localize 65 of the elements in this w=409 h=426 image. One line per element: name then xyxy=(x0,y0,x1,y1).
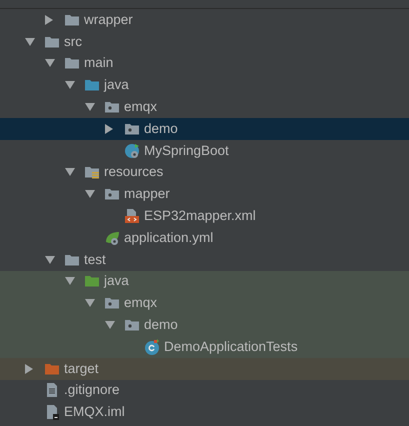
tree-row[interactable]: resources xyxy=(0,162,409,184)
expand-arrow-icon[interactable] xyxy=(45,14,53,25)
package-folder-icon xyxy=(124,317,140,334)
tree-row[interactable]: java xyxy=(0,74,409,96)
tree-item-label: application.yml xyxy=(124,230,214,246)
tree-item-label: test xyxy=(84,252,106,268)
tree-row[interactable]: ESP32mapper.xml xyxy=(0,205,409,227)
module-file-icon xyxy=(44,404,60,420)
class-file-icon xyxy=(144,338,160,355)
tree-row[interactable]: MySpringBoot xyxy=(0,140,409,162)
tree-item-label: main xyxy=(84,55,114,72)
xml-file-icon xyxy=(124,208,140,224)
collapse-arrow-icon[interactable] xyxy=(85,103,95,112)
tree-item-label: MySpringBoot xyxy=(144,142,229,159)
tree-row[interactable]: EMQX.iml xyxy=(0,401,409,424)
collapse-arrow-icon[interactable] xyxy=(45,59,55,68)
tree-item-label: emqx xyxy=(124,99,158,116)
tree-row[interactable]: mapper xyxy=(0,183,409,206)
package-folder-icon xyxy=(104,295,120,312)
folder-icon xyxy=(64,55,80,72)
expand-arrow-icon[interactable] xyxy=(105,124,113,134)
folder-icon xyxy=(84,273,100,290)
resources-folder-icon xyxy=(84,164,100,180)
tree-row[interactable]: application.yml xyxy=(0,226,409,249)
tree-row[interactable]: src xyxy=(0,30,409,53)
tree-item-label: demo xyxy=(144,120,178,137)
highlighted-tree-row[interactable]: demo xyxy=(0,314,409,336)
selected-tree-row[interactable]: demo xyxy=(0,118,409,140)
collapse-arrow-icon[interactable] xyxy=(25,38,35,46)
tree-row[interactable]: emqx xyxy=(0,96,409,118)
collapse-arrow-icon[interactable] xyxy=(85,299,95,308)
tree-item-label: resources xyxy=(104,164,164,180)
package-folder-icon xyxy=(104,99,120,116)
tree-row[interactable]: test xyxy=(0,248,409,271)
tree-item-label: demo xyxy=(144,317,178,334)
tree-item-label: java xyxy=(104,77,129,94)
text-file-icon xyxy=(44,382,60,398)
tree-item-label: java xyxy=(104,273,129,290)
tree-item-label: emqx xyxy=(124,295,158,312)
collapse-arrow-icon[interactable] xyxy=(65,168,75,176)
highlighted-tree-row[interactable]: java xyxy=(0,270,409,292)
folder-icon xyxy=(84,77,100,94)
tree-row[interactable]: main xyxy=(0,52,409,74)
collapse-arrow-icon[interactable] xyxy=(85,190,95,198)
class-file-icon xyxy=(124,142,140,159)
expand-arrow-icon[interactable] xyxy=(25,364,33,374)
collapse-arrow-icon[interactable] xyxy=(65,277,75,286)
tree-item-label: src xyxy=(64,34,82,50)
tree-item-label: ESP32mapper.xml xyxy=(144,208,256,224)
package-folder-icon xyxy=(104,186,120,202)
tree-item-label: mapper xyxy=(124,186,170,202)
highlighted-tree-row[interactable]: target xyxy=(0,358,409,380)
highlighted-tree-row[interactable]: DemoApplicationTests xyxy=(0,336,409,358)
tree-item-label: wrapper xyxy=(84,12,133,28)
collapse-arrow-icon[interactable] xyxy=(65,81,75,90)
tree-item-label: target xyxy=(64,360,99,377)
highlighted-tree-row[interactable]: emqx xyxy=(0,292,409,314)
leaf-file-icon xyxy=(104,230,120,246)
tree-item-label: EMQX.iml xyxy=(64,404,125,420)
tree-item-label: DemoApplicationTests xyxy=(164,338,298,355)
tree-item-label: .gitignore xyxy=(64,382,120,398)
tree-row[interactable]: wrapper xyxy=(0,9,409,31)
tree-row[interactable]: .gitignore xyxy=(0,380,409,402)
collapse-arrow-icon[interactable] xyxy=(45,256,55,264)
collapse-arrow-icon[interactable] xyxy=(105,321,115,330)
